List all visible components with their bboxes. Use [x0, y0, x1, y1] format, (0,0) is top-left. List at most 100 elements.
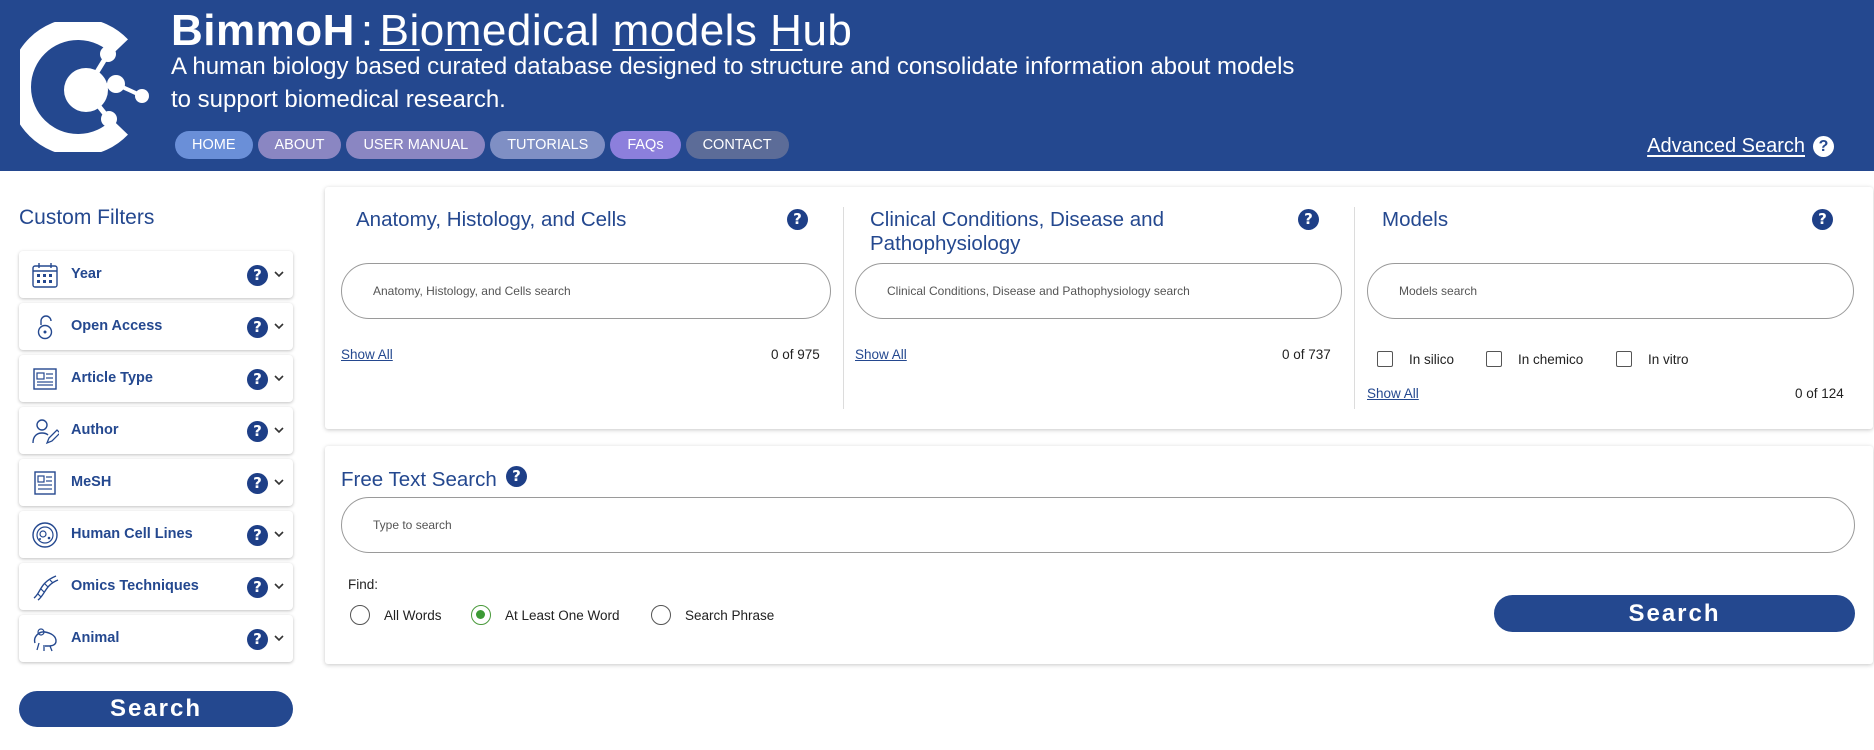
- help-icon[interactable]: ?: [247, 421, 268, 442]
- filter-label: Omics Techniques: [71, 578, 199, 594]
- checkbox-label: In chemico: [1518, 351, 1584, 367]
- main-nav: HOME ABOUT USER MANUAL TUTORIALS FAQs CO…: [175, 131, 789, 159]
- models-search-input[interactable]: [1367, 263, 1854, 319]
- chevron-down-icon[interactable]: [272, 527, 286, 541]
- filter-list: Year ? Open Access ? Article Type ? Auth…: [19, 251, 293, 667]
- checkbox-box[interactable]: [1377, 351, 1393, 367]
- chevron-down-icon[interactable]: [272, 631, 286, 645]
- article-icon: [33, 368, 57, 390]
- radio-search-phrase[interactable]: Search Phrase: [651, 605, 774, 625]
- column-divider: [1354, 207, 1355, 409]
- help-icon[interactable]: ?: [247, 525, 268, 546]
- checkbox-box[interactable]: [1616, 351, 1632, 367]
- advanced-search: Advanced Search ?: [1647, 135, 1834, 158]
- bimmoh-logo[interactable]: [20, 22, 155, 152]
- nav-about[interactable]: ABOUT: [257, 131, 342, 159]
- cell-icon: [32, 522, 58, 548]
- filters-search-button[interactable]: Search: [19, 691, 293, 727]
- free-text-search-panel: Free Text Search ? Find: All Words At Le…: [325, 446, 1873, 664]
- find-label: Find:: [348, 577, 379, 592]
- nav-faqs[interactable]: FAQs: [610, 131, 681, 159]
- anatomy-count: 0 of 975: [771, 347, 820, 362]
- filter-label: Article Type: [71, 370, 153, 386]
- in-vitro-checkbox[interactable]: In vitro: [1616, 351, 1689, 367]
- checkbox-box[interactable]: [1486, 351, 1502, 367]
- nav-contact[interactable]: CONTACT: [685, 131, 789, 159]
- help-icon[interactable]: ?: [247, 317, 268, 338]
- site-title: BimmoH: Biomedical models Hub: [171, 6, 852, 56]
- radio-at-least-one-word[interactable]: At Least One Word: [471, 605, 620, 625]
- nav-tutorials[interactable]: TUTORIALS: [490, 131, 606, 159]
- filter-author[interactable]: Author ?: [19, 407, 293, 454]
- filter-omics-techniques[interactable]: Omics Techniques ?: [19, 563, 293, 610]
- filter-human-cell-lines[interactable]: Human Cell Lines ?: [19, 511, 293, 558]
- chevron-down-icon[interactable]: [272, 319, 286, 333]
- filter-label: MeSH: [71, 474, 112, 490]
- radio-circle-selected[interactable]: [471, 605, 491, 625]
- anatomy-show-all-link[interactable]: Show All: [341, 347, 393, 362]
- chevron-down-icon[interactable]: [272, 423, 286, 437]
- nav-user-manual[interactable]: USER MANUAL: [346, 131, 486, 159]
- models-count: 0 of 124: [1795, 386, 1844, 401]
- chevron-down-icon[interactable]: [272, 267, 286, 281]
- radio-circle[interactable]: [350, 605, 370, 625]
- in-silico-checkbox[interactable]: In silico: [1377, 351, 1454, 367]
- help-icon[interactable]: ?: [247, 473, 268, 494]
- chevron-down-icon[interactable]: [272, 371, 286, 385]
- free-text-title: Free Text Search: [341, 468, 497, 491]
- calendar-icon: [32, 263, 58, 288]
- radio-circle[interactable]: [651, 605, 671, 625]
- help-icon[interactable]: ?: [1812, 209, 1833, 230]
- filter-open-access[interactable]: Open Access ?: [19, 303, 293, 350]
- models-show-all-link[interactable]: Show All: [1367, 386, 1419, 401]
- radio-all-words[interactable]: All Words: [350, 605, 442, 625]
- filter-mesh[interactable]: MeSH ?: [19, 459, 293, 506]
- chevron-down-icon[interactable]: [272, 579, 286, 593]
- filter-year[interactable]: Year ?: [19, 251, 293, 298]
- filter-animal[interactable]: Animal ?: [19, 615, 293, 662]
- filter-label: Open Access: [71, 318, 163, 334]
- radio-label: Search Phrase: [685, 607, 775, 623]
- clinical-search-input[interactable]: [855, 263, 1342, 319]
- filter-label: Author: [71, 422, 119, 438]
- help-icon[interactable]: ?: [247, 629, 268, 650]
- filter-label: Year: [71, 266, 102, 282]
- help-icon[interactable]: ?: [247, 369, 268, 390]
- nav-home[interactable]: HOME: [175, 131, 253, 159]
- site-tagline: A human biology based curated database d…: [171, 53, 1295, 113]
- advanced-search-link[interactable]: Advanced Search: [1647, 135, 1805, 158]
- clinical-title: Clinical Conditions, Disease and Pathoph…: [870, 208, 1164, 255]
- dna-icon: [33, 575, 59, 601]
- filter-article-type[interactable]: Article Type ?: [19, 355, 293, 402]
- checkbox-label: In vitro: [1648, 351, 1689, 367]
- chevron-down-icon[interactable]: [272, 475, 286, 489]
- in-chemico-checkbox[interactable]: In chemico: [1486, 351, 1583, 367]
- help-icon[interactable]: ?: [506, 466, 527, 487]
- free-text-search-input[interactable]: [341, 497, 1855, 553]
- help-icon[interactable]: ?: [787, 209, 808, 230]
- custom-filters-title: Custom Filters: [19, 206, 155, 229]
- document-icon: [34, 471, 56, 495]
- filter-label: Human Cell Lines: [71, 526, 193, 542]
- help-icon[interactable]: ?: [1813, 136, 1834, 157]
- radio-label: At Least One Word: [505, 607, 620, 623]
- clinical-show-all-link[interactable]: Show All: [855, 347, 907, 362]
- anatomy-search-input[interactable]: [341, 263, 831, 319]
- help-icon[interactable]: ?: [247, 265, 268, 286]
- brand-separator: :: [360, 6, 374, 55]
- help-icon[interactable]: ?: [1298, 209, 1319, 230]
- author-icon: [32, 419, 59, 445]
- column-divider: [843, 207, 844, 409]
- help-icon[interactable]: ?: [247, 577, 268, 598]
- models-title: Models: [1382, 208, 1449, 231]
- category-search-panel: Anatomy, Histology, and Cells ? Show All…: [325, 187, 1873, 429]
- brand-full-name: Biomedical models Hub: [379, 6, 853, 55]
- animal-icon: [33, 628, 57, 652]
- filter-label: Animal: [71, 630, 120, 646]
- checkbox-label: In silico: [1409, 351, 1455, 367]
- anatomy-title: Anatomy, Histology, and Cells: [356, 208, 627, 231]
- unlock-icon: [37, 315, 53, 340]
- free-text-search-button[interactable]: Search: [1494, 595, 1855, 632]
- radio-label: All Words: [384, 607, 442, 623]
- site-header: BimmoH: Biomedical models Hub A human bio…: [0, 0, 1874, 171]
